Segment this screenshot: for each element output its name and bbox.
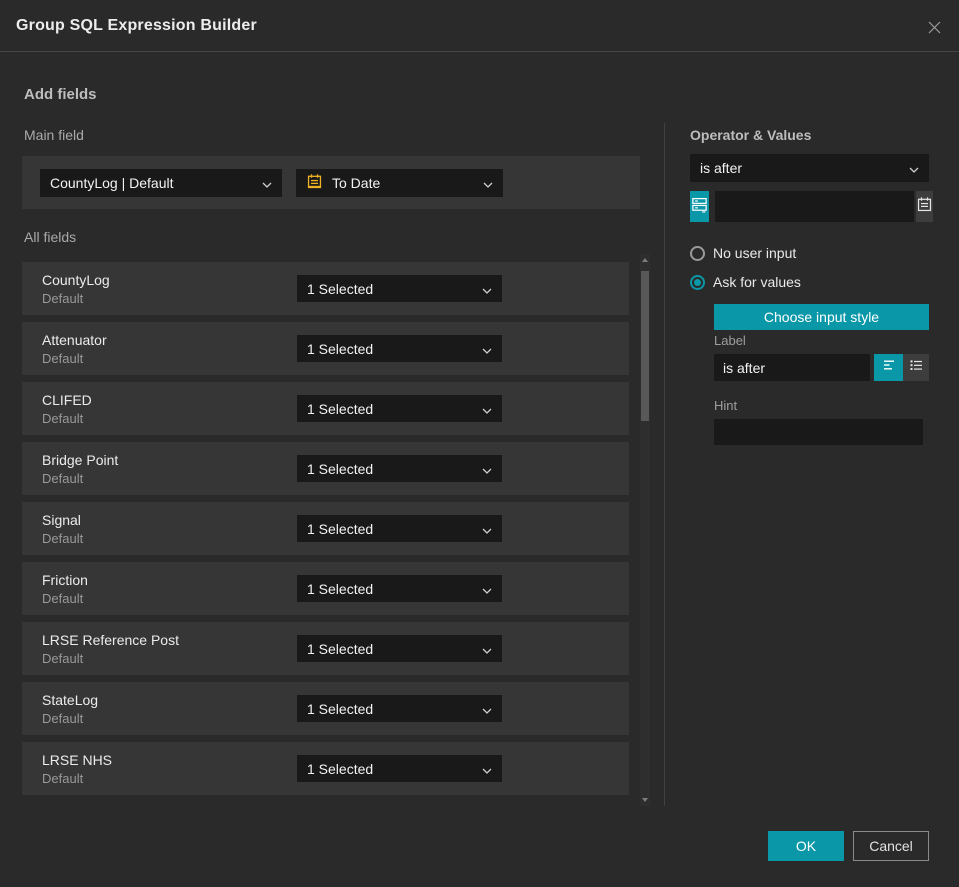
all-fields-list: CountyLog Default 1 Selected Attenuator … bbox=[22, 262, 629, 795]
field-selected-value: 1 Selected bbox=[307, 280, 374, 297]
hint-input[interactable] bbox=[714, 419, 923, 445]
field-selected-value: 1 Selected bbox=[307, 520, 374, 537]
chevron-down-icon bbox=[482, 641, 492, 657]
chevron-down-icon bbox=[482, 461, 492, 477]
align-left-icon bbox=[881, 357, 897, 378]
field-selected-dropdown[interactable]: 1 Selected bbox=[297, 575, 502, 602]
scrollbar-thumb[interactable] bbox=[641, 271, 649, 421]
text-input-style-button[interactable] bbox=[874, 354, 903, 381]
field-selected-dropdown[interactable]: 1 Selected bbox=[297, 515, 502, 542]
field-row: LRSE Reference Post Default 1 Selected bbox=[22, 622, 629, 675]
chevron-down-icon bbox=[482, 521, 492, 537]
field-row: CLIFED Default 1 Selected bbox=[22, 382, 629, 435]
chevron-down-icon bbox=[482, 401, 492, 417]
stacked-input-icon bbox=[690, 195, 709, 219]
field-row: CountyLog Default 1 Selected bbox=[22, 262, 629, 315]
add-fields-heading: Add fields bbox=[24, 86, 97, 103]
radio-no-user-input-label: No user input bbox=[713, 245, 797, 261]
main-field-label: Main field bbox=[24, 127, 84, 143]
calendar-icon bbox=[306, 173, 323, 193]
radio-selected-icon bbox=[690, 274, 705, 290]
close-icon[interactable] bbox=[921, 14, 947, 40]
list-input-style-button[interactable] bbox=[903, 354, 929, 381]
calendar-picker-button[interactable] bbox=[916, 191, 933, 222]
field-selected-dropdown[interactable]: 1 Selected bbox=[297, 695, 502, 722]
list-icon bbox=[908, 357, 924, 378]
field-selected-value: 1 Selected bbox=[307, 760, 374, 777]
value-input-row bbox=[690, 191, 933, 222]
field-selected-value: 1 Selected bbox=[307, 580, 374, 597]
main-field-dropdown-value: CountyLog | Default bbox=[50, 174, 174, 191]
ok-button[interactable]: OK bbox=[768, 831, 844, 861]
main-field-dropdown[interactable]: CountyLog | Default bbox=[40, 168, 282, 197]
operator-values-heading: Operator & Values bbox=[690, 127, 812, 143]
label-input[interactable] bbox=[714, 354, 870, 381]
dialog-title: Group SQL Expression Builder bbox=[16, 16, 257, 34]
field-selected-dropdown[interactable]: 1 Selected bbox=[297, 635, 502, 662]
operator-dropdown-value: is after bbox=[700, 160, 743, 176]
scrollbar-up-arrow-icon[interactable] bbox=[642, 258, 648, 262]
scrollbar-down-arrow-icon[interactable] bbox=[642, 798, 648, 802]
radio-ask-for-values-label: Ask for values bbox=[713, 274, 801, 290]
date-field-dropdown[interactable]: To Date bbox=[296, 168, 503, 197]
field-row: StateLog Default 1 Selected bbox=[22, 682, 629, 735]
input-type-button[interactable] bbox=[690, 191, 709, 222]
field-row: Bridge Point Default 1 Selected bbox=[22, 442, 629, 495]
dialog-title-bar: Group SQL Expression Builder bbox=[0, 0, 959, 52]
field-selected-dropdown[interactable]: 1 Selected bbox=[297, 395, 502, 422]
field-row: Attenuator Default 1 Selected bbox=[22, 322, 629, 375]
radio-ask-for-values[interactable]: Ask for values bbox=[690, 274, 801, 290]
field-selected-value: 1 Selected bbox=[307, 700, 374, 717]
field-selected-dropdown[interactable]: 1 Selected bbox=[297, 335, 502, 362]
operator-dropdown[interactable]: is after bbox=[690, 154, 929, 182]
chevron-down-icon bbox=[482, 281, 492, 297]
chevron-down-icon bbox=[483, 175, 493, 191]
field-selected-dropdown[interactable]: 1 Selected bbox=[297, 455, 502, 482]
chevron-down-icon bbox=[909, 160, 919, 176]
field-row: Friction Default 1 Selected bbox=[22, 562, 629, 615]
radio-no-user-input[interactable]: No user input bbox=[690, 245, 796, 261]
label-field-label: Label bbox=[714, 333, 746, 348]
field-row: LRSE NHS Default 1 Selected bbox=[22, 742, 629, 795]
label-style-toggle bbox=[874, 354, 929, 381]
field-selected-value: 1 Selected bbox=[307, 340, 374, 357]
choose-input-style-button[interactable]: Choose input style bbox=[714, 304, 929, 330]
field-selected-dropdown[interactable]: 1 Selected bbox=[297, 275, 502, 302]
field-selected-value: 1 Selected bbox=[307, 640, 374, 657]
date-field-dropdown-value: To Date bbox=[332, 174, 381, 191]
fields-list-scrollbar[interactable] bbox=[640, 254, 650, 806]
chevron-down-icon bbox=[482, 581, 492, 597]
field-selected-value: 1 Selected bbox=[307, 460, 374, 477]
group-sql-expression-builder-dialog: Group SQL Expression Builder Add fields … bbox=[0, 0, 959, 887]
all-fields-label: All fields bbox=[24, 229, 77, 245]
chevron-down-icon bbox=[482, 761, 492, 777]
hint-field-label: Hint bbox=[714, 398, 738, 413]
chevron-down-icon bbox=[262, 175, 272, 191]
radio-circle-icon bbox=[690, 245, 705, 261]
cancel-button[interactable]: Cancel bbox=[853, 831, 929, 861]
field-selected-value: 1 Selected bbox=[307, 400, 374, 417]
main-field-panel: CountyLog | Default To Date bbox=[22, 156, 640, 209]
chevron-down-icon bbox=[482, 341, 492, 357]
date-value-input[interactable] bbox=[715, 191, 914, 222]
field-selected-dropdown[interactable]: 1 Selected bbox=[297, 755, 502, 782]
field-row: Signal Default 1 Selected bbox=[22, 502, 629, 555]
panel-divider bbox=[664, 123, 665, 806]
chevron-down-icon bbox=[482, 701, 492, 717]
calendar-icon bbox=[916, 196, 933, 218]
